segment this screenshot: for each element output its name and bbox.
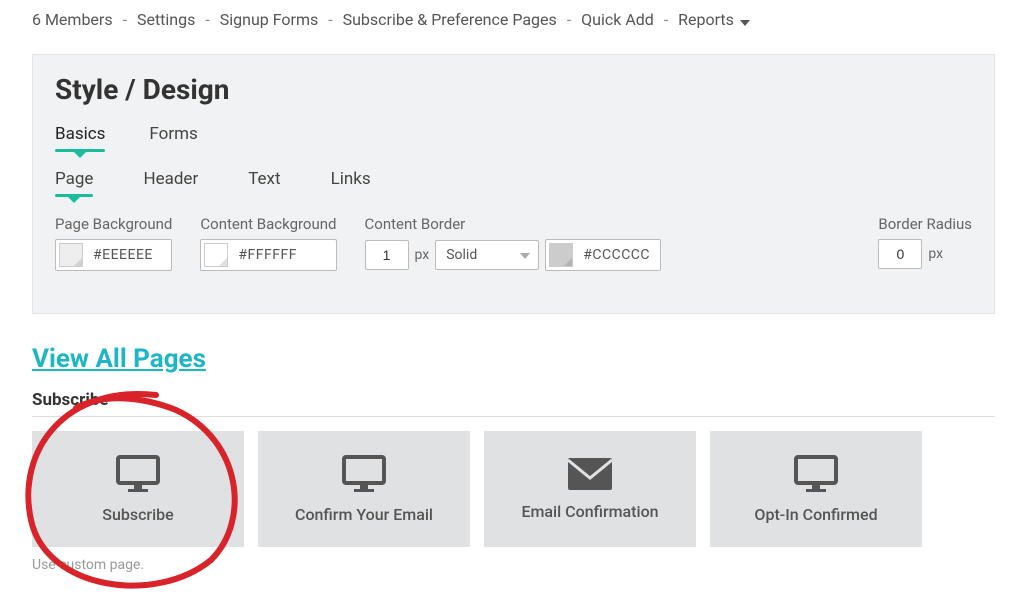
color-swatch-icon [204, 243, 228, 267]
card-subscribe[interactable]: Subscribe [32, 431, 244, 547]
card-optin-confirmed[interactable]: Opt-In Confirmed [710, 431, 922, 547]
subtab-text[interactable]: Text [248, 163, 280, 197]
crumb-subscribe-preference[interactable]: Subscribe & Preference Pages [343, 10, 557, 29]
tab-forms[interactable]: Forms [149, 118, 197, 152]
panel-title: Style / Design [55, 73, 972, 106]
card-confirm-your-email[interactable]: Confirm Your Email [258, 431, 470, 547]
control-content-border: Content Border px Solid #CCCCCC [365, 215, 662, 271]
separator: - [328, 10, 332, 29]
crumb-signup-forms[interactable]: Signup Forms [220, 10, 319, 29]
monitor-icon [342, 455, 386, 493]
border-style-select[interactable]: Solid [435, 240, 539, 270]
monitor-icon [794, 455, 838, 493]
use-custom-page-text: Use custom page. [32, 557, 995, 573]
monitor-icon [116, 455, 160, 493]
color-picker-page-bg[interactable]: #EEEEEE [55, 239, 172, 271]
color-hex-value: #EEEEEE [93, 247, 153, 263]
color-picker-border[interactable]: #CCCCCC [545, 239, 661, 271]
envelope-icon [568, 458, 612, 490]
subtab-header[interactable]: Header [143, 163, 198, 197]
tabs-secondary: Page Header Text Links [55, 163, 972, 197]
section-title-subscribe: Subscribe [32, 390, 995, 410]
subtab-page[interactable]: Page [55, 163, 93, 197]
style-design-panel: Style / Design Basics Forms Page Header … [32, 54, 995, 314]
control-label: Page Background [55, 215, 172, 233]
separator: - [567, 10, 571, 29]
control-content-background: Content Background #FFFFFF [200, 215, 336, 271]
subtab-links[interactable]: Links [331, 163, 371, 197]
divider [32, 416, 995, 417]
breadcrumb: 6 Members - Settings - Signup Forms - Su… [0, 0, 1027, 36]
chevron-down-icon [520, 247, 530, 263]
separator: - [205, 10, 209, 29]
crumb-settings[interactable]: Settings [137, 10, 195, 29]
border-radius-input[interactable] [878, 239, 922, 269]
card-label: Opt-In Confirmed [754, 505, 877, 524]
control-label: Content Background [200, 215, 336, 233]
separator: - [664, 10, 668, 29]
card-email-confirmation[interactable]: Email Confirmation [484, 431, 696, 547]
card-label: Email Confirmation [521, 502, 658, 521]
separator: - [123, 10, 127, 29]
cards-row: Subscribe Confirm Your Email Email Confi… [32, 431, 995, 547]
border-width-input[interactable] [365, 240, 409, 270]
crumb-reports[interactable]: Reports [678, 10, 750, 29]
control-label: Content Border [365, 215, 662, 233]
control-border-radius: Border Radius px [878, 215, 972, 269]
color-swatch-icon [549, 243, 573, 267]
caret-down-icon [740, 11, 750, 30]
controls-row: Page Background #EEEEEE Content Backgrou… [55, 215, 972, 271]
crumb-reports-label: Reports [678, 10, 734, 29]
tab-basics[interactable]: Basics [55, 118, 105, 152]
color-swatch-icon [59, 243, 83, 267]
view-all-pages-link[interactable]: View All Pages [32, 344, 206, 374]
unit-label: px [928, 246, 943, 262]
control-page-background: Page Background #EEEEEE [55, 215, 172, 271]
card-label: Subscribe [102, 505, 173, 524]
select-value: Solid [446, 247, 477, 263]
color-hex-value: #CCCCCC [583, 247, 650, 263]
unit-label: px [415, 247, 430, 263]
color-hex-value: #FFFFFF [238, 247, 297, 263]
control-label: Border Radius [878, 215, 972, 233]
color-picker-content-bg[interactable]: #FFFFFF [200, 239, 336, 271]
card-label: Confirm Your Email [295, 505, 433, 524]
crumb-members[interactable]: 6 Members [32, 10, 113, 29]
crumb-quick-add[interactable]: Quick Add [581, 10, 654, 29]
tabs-primary: Basics Forms [55, 118, 972, 153]
